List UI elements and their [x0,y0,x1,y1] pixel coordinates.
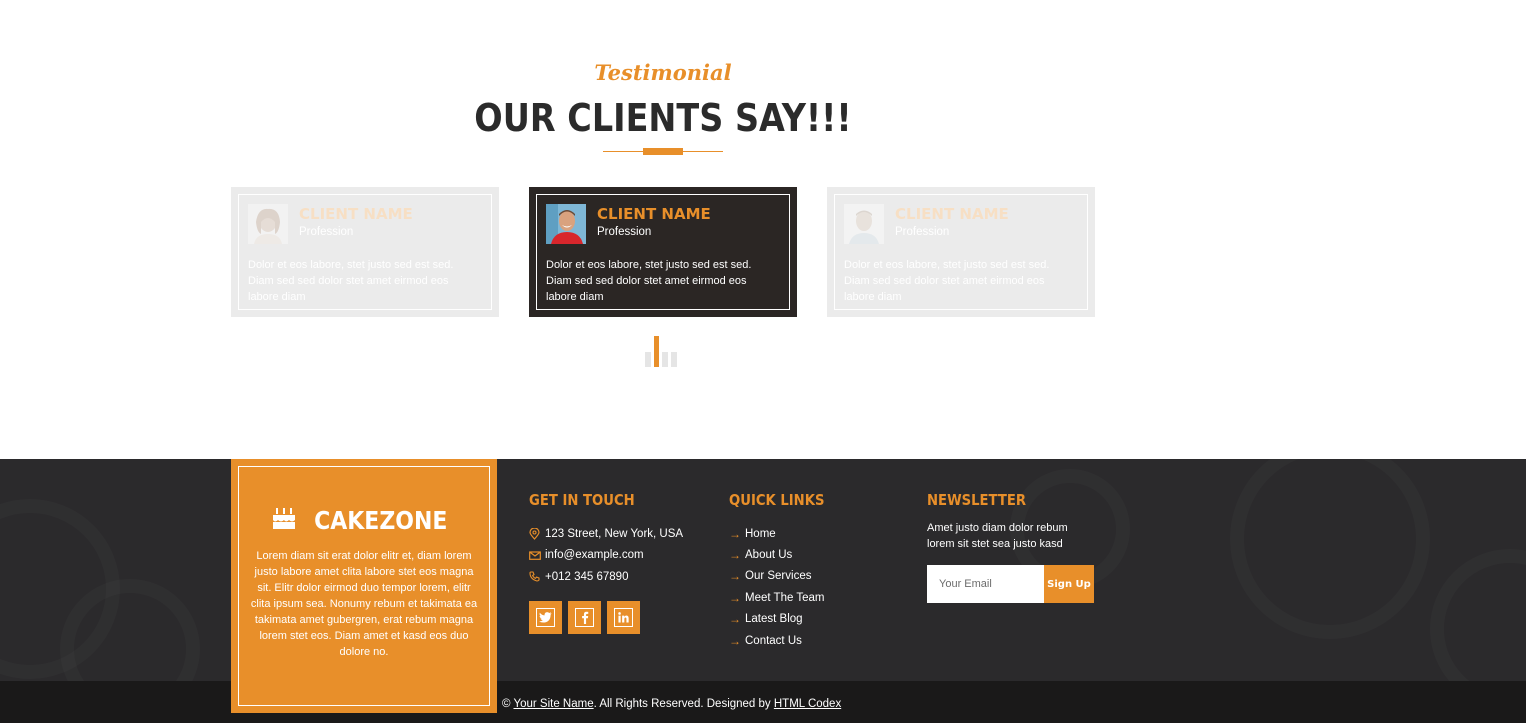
testimonial-card[interactable]: CLIENT NAME Profession Dolor et eos labo… [827,187,1095,317]
linkedin-icon [614,607,633,627]
client-name: CLIENT NAME [895,205,1009,223]
signup-button[interactable]: Sign Up [1044,565,1094,603]
testimonial-card[interactable]: CLIENT NAME Profession Dolor et eos labo… [231,187,499,317]
linkedin-button[interactable] [607,600,640,634]
section-subtitle: Testimonial [594,60,732,85]
quick-link-team[interactable]: → Meet The Team [729,587,838,608]
arrow-right-icon: → [729,526,741,541]
quick-links-heading: QUICK LINKS [729,491,825,509]
contact-heading: GET IN TOUCH [529,491,635,509]
client-name: CLIENT NAME [597,205,711,223]
brand-description: Lorem diam sit erat dolor elitr et, diam… [250,550,478,658]
newsletter-heading: NEWSLETTER [927,491,1027,509]
arrow-right-icon: → [729,633,741,648]
contact-email[interactable]: info@example.com [529,545,683,567]
testimonial-text: Dolor et eos labore, stet justo sed est … [546,259,752,303]
carousel-dot-active[interactable] [654,336,659,367]
arrow-right-icon: → [729,612,741,627]
quick-link-home[interactable]: → Home [729,523,838,544]
client-name: CLIENT NAME [299,205,413,223]
arrow-right-icon: → [729,590,741,605]
arrow-right-icon: → [729,569,741,584]
client-avatar [248,204,288,244]
envelope-icon [529,550,545,561]
client-avatar [844,204,884,244]
footer-logo[interactable]: CAKEZONE [249,505,479,536]
quick-link-blog[interactable]: → Latest Blog [729,609,838,630]
carousel-dot[interactable] [662,352,668,367]
social-links [529,600,683,634]
newsletter-email-input[interactable] [927,565,1044,603]
testimonial-text: Dolor et eos labore, stet justo sed est … [844,259,1050,303]
footer-brand-box: CAKEZONE Lorem diam sit erat dolor elitr… [231,459,497,713]
copyright: © Your Site Name. All Rights Reserved. D… [502,698,842,710]
designer-link[interactable]: HTML Codex [774,698,841,710]
carousel-dot[interactable] [645,352,651,367]
testimonial-text: Dolor et eos labore, stet justo sed est … [248,259,454,303]
section-title: OUR CLIENTS SAY!!! [474,96,852,140]
footer-contact: GET IN TOUCH 123 Street, New York, USA i… [529,491,683,634]
newsletter-text: Amet justo diam dolor rebum lorem sit st… [927,522,1068,550]
birthday-cake-icon [271,505,297,536]
arrow-right-icon: → [729,548,741,563]
twitter-icon [536,607,555,627]
footer-newsletter: NEWSLETTER Amet justo diam dolor rebum l… [927,491,1094,603]
footer-quick-links: QUICK LINKS → Home → About Us → Our Service… [729,491,838,651]
carousel-dots [645,336,680,367]
contact-phone[interactable]: +012 345 67890 [529,566,683,588]
client-profession: Profession [895,226,950,238]
testimonial-card-active[interactable]: CLIENT NAME Profession Dolor et eos labo… [529,187,797,317]
client-profession: Profession [597,226,652,238]
twitter-button[interactable] [529,600,562,634]
map-pin-icon [529,527,545,540]
facebook-button[interactable] [568,600,601,634]
client-profession: Profession [299,226,354,238]
site-name-link[interactable]: Your Site Name [513,698,593,710]
quick-link-contact[interactable]: → Contact Us [729,630,838,651]
title-divider-accent [643,148,683,155]
carousel-dot[interactable] [671,352,677,367]
brand-name: CAKEZONE [314,506,448,535]
client-avatar [546,204,586,244]
contact-address: 123 Street, New York, USA [529,523,683,545]
phone-icon [529,571,545,582]
quick-link-services[interactable]: → Our Services [729,566,838,587]
newsletter-form: Sign Up [927,565,1094,603]
facebook-icon [575,607,594,627]
quick-link-about[interactable]: → About Us [729,544,838,565]
